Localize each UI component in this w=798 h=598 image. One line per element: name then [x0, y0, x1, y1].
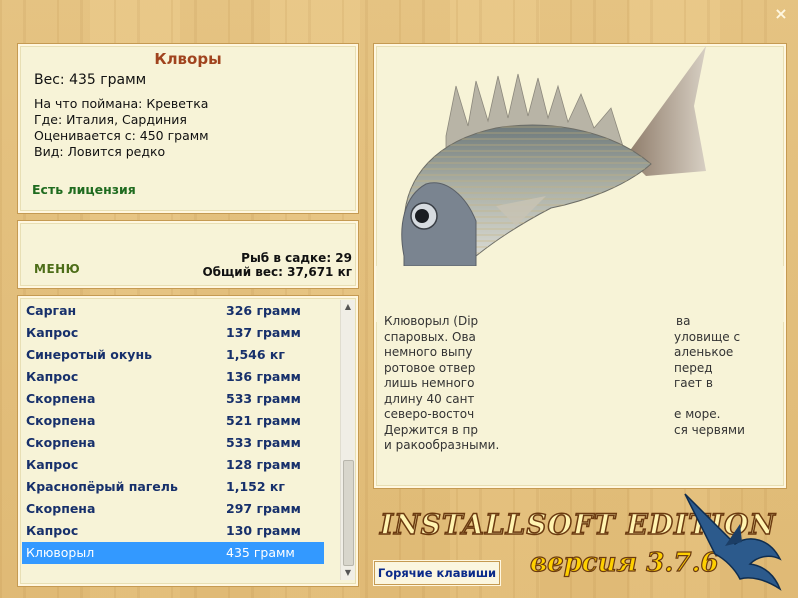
description-text-left: Держится в пр — [384, 422, 478, 437]
description-text-right: аленькое — [674, 345, 734, 359]
catch-fish-name: Клюворыл — [26, 545, 95, 560]
catch-fish-weight: 128 грамм — [226, 457, 301, 472]
list-scrollbar[interactable]: ▲ ▼ — [340, 300, 355, 580]
catch-fish-weight: 137 грамм — [226, 325, 301, 340]
catch-fish-name: Капрос — [26, 369, 79, 384]
catch-list-row[interactable]: Краснопёрый пагель 1,152 кг — [22, 476, 324, 498]
catch-fish-weight: 1,152 кг — [226, 479, 285, 494]
license-status: Есть лицензия — [32, 182, 136, 197]
description-text-right: ся червями — [674, 422, 745, 437]
detail-location: Где: Италия, Сардиния — [34, 112, 187, 127]
fish-name-title: Кл­воры­ — [154, 50, 222, 68]
catch-list-row[interactable]: Скорпена 297 грамм — [22, 498, 324, 520]
scroll-down-icon[interactable]: ▼ — [341, 566, 355, 580]
description-text-left: ротовое отвер — [384, 360, 476, 375]
description-text-left: и ракообразными. — [384, 438, 500, 452]
catch-fish-name: Скорпена — [26, 501, 96, 516]
game-window: × Кл­воры­ Вес: 435 грамм На что поймана… — [0, 0, 798, 598]
description-line: и ракообразными. — [384, 438, 772, 454]
catch-list-row[interactable]: Капрос 130 грамм — [22, 520, 324, 542]
description-line: спаровых. Ова уловище с — [384, 330, 772, 346]
hotkeys-button[interactable]: Горячие клавиши — [374, 561, 500, 585]
catch-list-row[interactable]: Капрос 128 грамм — [22, 454, 324, 476]
catch-fish-name: Капрос — [26, 457, 79, 472]
detail-rarity: Вид: Ловится редко — [34, 144, 166, 159]
catch-list[interactable]: Сарган 326 грамм Капрос 137 грамм Синеротый … — [22, 300, 326, 580]
description-text-right: ва — [676, 314, 691, 328]
fish-description: Клюворыл (Dip ва спаровых. Ова уловище с нем… — [384, 314, 772, 454]
cage-count: Рыб в садке: 29 — [241, 251, 352, 265]
catch-fish-name: Синеротый окунь — [26, 347, 153, 362]
catch-list-row[interactable]: Капрос 137 грамм — [22, 322, 324, 344]
catch-fish-name: Сарган — [26, 303, 77, 318]
total-weight: Общий вес: 37,671 кг — [202, 265, 352, 279]
catch-list-row[interactable]: Клюворыл 435 грамм — [22, 542, 324, 564]
catch-fish-weight: 521 грамм — [226, 413, 301, 428]
fish-weight: Вес: 435 грамм — [34, 72, 147, 88]
menu-button[interactable]: МЕНЮ — [34, 262, 80, 276]
description-text-left: Клюворыл (Dip — [384, 314, 479, 328]
description-line: Держится в пр ся червями — [384, 423, 772, 439]
catch-list-row[interactable]: Сарган 326 грамм — [22, 300, 324, 322]
catch-fish-name: Капрос — [26, 325, 79, 340]
description-line: северо-восточ е море. — [384, 407, 772, 423]
catch-fish-name: Скорпена — [26, 413, 96, 428]
catch-fish-weight: 1,546 кг — [226, 347, 285, 362]
catch-fish-weight: 533 грамм — [226, 435, 301, 450]
marlin-logo-icon — [684, 493, 782, 591]
description-line: лишь немного гает в — [384, 376, 772, 392]
description-line: немного выпу аленькое — [384, 345, 772, 361]
catch-fish-weight: 130 грамм — [226, 523, 301, 538]
description-text-left: лишь немного — [384, 376, 475, 390]
catch-fish-name: Скорпена — [26, 435, 96, 450]
scroll-up-icon[interactable]: ▲ — [341, 300, 355, 314]
description-line: ротовое отвер перед — [384, 361, 772, 377]
catch-list-row[interactable]: Скорпена 533 грамм — [22, 388, 324, 410]
description-text-right: е море. — [674, 407, 721, 421]
catch-fish-weight: 326 грамм — [226, 303, 301, 318]
detail-value: Оценивается с: 450 грамм — [34, 128, 209, 143]
close-icon[interactable]: × — [773, 6, 789, 22]
catch-list-row[interactable]: Капрос 136 грамм — [22, 366, 324, 388]
description-line: Клюворыл (Dip ва — [384, 314, 772, 330]
catch-fish-name: Краснопёрый пагель — [26, 479, 178, 494]
description-text-left: северо-восточ — [384, 407, 475, 421]
catch-list-row[interactable]: Скорпена 521 грамм — [22, 410, 324, 432]
catch-list-row[interactable]: Скорпена 533 грамм — [22, 432, 324, 454]
description-text-right: перед — [674, 360, 713, 375]
description-text-right: гает в — [674, 376, 713, 390]
fish-details: На что поймана: Креветка Где: Италия, Са… — [34, 96, 209, 160]
catch-fish-weight: 136 грамм — [226, 369, 301, 384]
description-text-left: спаровых. Ова — [384, 329, 476, 344]
catch-fish-name: Скорпена — [26, 391, 96, 406]
fish-image-panel: Клюворыл (Dip ва спаровых. Ова уловище с нем… — [374, 44, 786, 488]
cage-stats: Рыб в садке: 29 Общий вес: 37,671 кг — [202, 251, 352, 279]
catch-fish-weight: 533 грамм — [226, 391, 301, 406]
description-text-left: длину 40 сант — [384, 391, 475, 406]
description-text-left: немного выпу — [384, 345, 473, 359]
catch-fish-weight: 297 грамм — [226, 501, 301, 516]
catch-fish-name: Капрос — [26, 523, 79, 538]
catch-fish-weight: 435 грамм — [226, 545, 295, 560]
catch-list-row[interactable]: Синеротый окунь 1,546 кг — [22, 344, 324, 366]
catch-list-panel: Сарган 326 грамм Капрос 137 грамм Синеротый … — [18, 296, 358, 586]
catch-info-panel: Кл­воры­ Вес: 435 грамм На что поймана: … — [18, 44, 358, 213]
description-text-right: уловище с — [674, 329, 741, 344]
scroll-thumb[interactable] — [343, 460, 354, 566]
menu-panel: МЕНЮ Рыб в садке: 29 Общий вес: 37,671 к… — [18, 221, 358, 288]
detail-bait: На что поймана: Креветка — [34, 96, 209, 111]
description-line: длину 40 сант — [384, 392, 772, 408]
